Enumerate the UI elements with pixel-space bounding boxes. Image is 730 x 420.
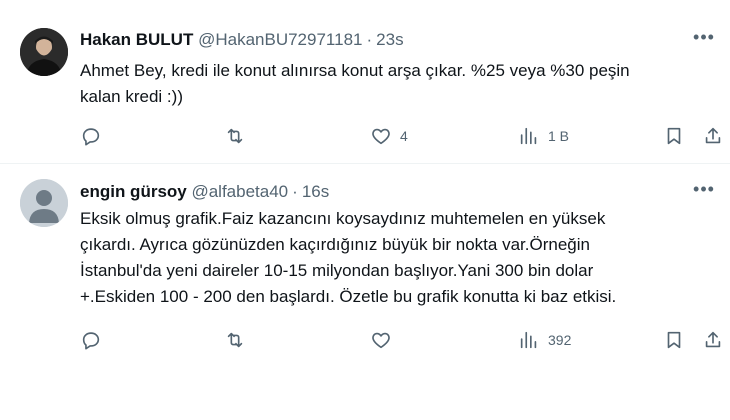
retweet-icon — [227, 332, 243, 348]
reply-icon — [82, 332, 100, 350]
more-icon: ••• — [693, 27, 715, 47]
views-button[interactable]: 392 — [518, 326, 571, 354]
share-icon — [705, 127, 721, 144]
tweet-actions: 4 1 B — [78, 122, 730, 150]
reply-button[interactable] — [80, 122, 102, 150]
view-count: 1 B — [548, 128, 570, 144]
views-icon — [520, 127, 537, 145]
timestamp[interactable]: 23s — [376, 30, 403, 49]
tweet[interactable]: engin gürsoy @alfabeta40 · 16s ••• Eksik o… — [0, 164, 730, 420]
tweet-header: Hakan BULUT @HakanBU72971181 · 23s — [80, 29, 404, 51]
timestamp[interactable]: 16s — [302, 182, 329, 201]
tweet-text-line: çıkardı. Ayrıca gözünüzden kaçırdığınız … — [80, 235, 590, 254]
avatar[interactable] — [20, 28, 68, 76]
tweet-text-line: Eksik olmuş grafik.Faiz kazancını koysay… — [80, 209, 606, 228]
tweet-text: Eksik olmuş grafik.Faiz kazancını koysay… — [80, 206, 720, 310]
tweet-actions: 392 — [78, 326, 730, 354]
user-handle[interactable]: @HakanBU72971181 — [198, 30, 362, 49]
reply-icon — [82, 128, 100, 146]
tweet-header: engin gürsoy @alfabeta40 · 16s — [80, 181, 329, 203]
heart-icon — [372, 128, 390, 145]
share-button[interactable] — [702, 122, 724, 150]
bookmark-icon — [667, 127, 681, 145]
tweet-text-line: Ahmet Bey, kredi ile konut alınırsa konu… — [80, 61, 630, 80]
like-button[interactable]: 4 — [370, 122, 408, 150]
share-icon — [705, 331, 721, 348]
views-button[interactable]: 1 B — [518, 122, 569, 150]
reply-button[interactable] — [80, 326, 102, 354]
tweet[interactable]: Hakan BULUT @HakanBU72971181 · 23s ••• Ahm… — [0, 0, 730, 163]
avatar-photo — [20, 28, 68, 76]
heart-icon — [372, 332, 390, 349]
more-icon: ••• — [693, 179, 715, 199]
like-count: 4 — [400, 128, 408, 144]
tweet-text-line: +.Eskiden 100 - 200 den başlardı. Özetle… — [80, 287, 617, 306]
retweet-button[interactable] — [224, 326, 246, 354]
view-count: 392 — [548, 332, 572, 348]
bookmark-icon — [667, 331, 681, 349]
default-avatar-icon — [20, 179, 68, 227]
retweet-icon — [227, 128, 243, 144]
user-handle[interactable]: @alfabeta40 — [191, 182, 288, 201]
tweet-text-line: kalan kredi :)) — [80, 87, 183, 106]
bookmark-button[interactable] — [663, 326, 685, 354]
more-options-button[interactable]: ••• — [690, 28, 718, 50]
tweet-text: Ahmet Bey, kredi ile konut alınırsa konu… — [80, 58, 720, 110]
like-button[interactable] — [370, 326, 400, 354]
separator-dot: · — [366, 30, 373, 49]
views-icon — [520, 331, 537, 349]
avatar[interactable] — [20, 179, 68, 227]
display-name[interactable]: Hakan BULUT — [80, 30, 193, 49]
retweet-button[interactable] — [224, 122, 246, 150]
bookmark-button[interactable] — [663, 122, 685, 150]
separator-dot: · — [292, 182, 298, 201]
tweet-text-line: İstanbul'da yeni daireler 10-15 milyonda… — [80, 261, 594, 280]
display-name[interactable]: engin gürsoy — [80, 182, 187, 201]
share-button[interactable] — [702, 326, 724, 354]
more-options-button[interactable]: ••• — [690, 180, 718, 202]
